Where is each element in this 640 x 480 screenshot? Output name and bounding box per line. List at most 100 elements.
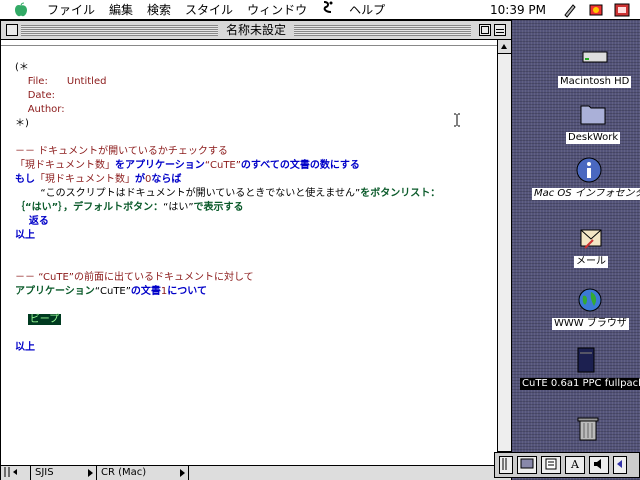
script-line: ビープ [15, 313, 62, 327]
script-token: “CuTE” [204, 160, 241, 171]
script-line: Author: [15, 103, 65, 117]
selected-token: ビープ [27, 314, 62, 325]
script-token: ＊) [15, 118, 29, 129]
script-token: File: Untitled [15, 76, 107, 87]
script-line: ＊) [15, 117, 29, 131]
control-strip-more-icon[interactable] [613, 456, 627, 474]
script-token: アプリケーション [15, 286, 95, 297]
menu-edit[interactable]: 編集 [102, 0, 140, 20]
desktop-icon-deskwork[interactable]: DeskWork [566, 98, 621, 144]
script-token: が [135, 174, 145, 185]
popup-arrow-icon [180, 469, 185, 477]
desktop-icon-label: Mac OS インフォセンタ [532, 188, 640, 200]
script-token: をボタンリスト： [360, 188, 441, 199]
text-edit-icon[interactable] [541, 456, 561, 474]
script-token: (＊ [15, 62, 29, 73]
script-token: もし [15, 174, 35, 185]
mail-icon [580, 229, 602, 249]
script-editor-window: 名称未設定 (＊ File: Untitled Date: Author: ＊) －… [0, 20, 512, 480]
menubar-clock[interactable]: 10:39 PM [490, 3, 546, 17]
script-token: Date: [15, 90, 55, 101]
menu-help[interactable]: ヘルプ [342, 0, 392, 20]
script-token: について [167, 286, 207, 297]
popup-arrow-icon [88, 469, 93, 477]
ruler [1, 40, 497, 46]
script-token: “はい” [163, 202, 194, 213]
script-token: で表示する [193, 202, 244, 213]
desktop-icon-label: DeskWork [566, 132, 621, 144]
grow-handle[interactable] [1, 466, 31, 480]
script-menu-icon[interactable] [314, 0, 342, 20]
menu-search[interactable]: 検索 [140, 0, 178, 20]
script-line: アプリケーション“CuTE”の文書1について [15, 285, 207, 299]
menu-style[interactable]: スタイル [178, 0, 240, 20]
globe-icon [578, 288, 602, 312]
folder-icon [580, 105, 606, 125]
hard-disk-icon [582, 51, 608, 63]
apple-menu-icon[interactable] [14, 2, 28, 18]
script-token: 「現ドキュメント数」 [15, 160, 115, 171]
script-line: (＊ [15, 61, 29, 75]
desktop-icon-label: WWW ブラウザ [552, 318, 629, 330]
script-line: File: Untitled [15, 75, 107, 89]
script-token: Author: [15, 104, 65, 115]
script-token: 返る [15, 216, 49, 227]
desktop-icon-cute-package[interactable]: CuTE 0.6a1 PPC fullpacka [520, 344, 640, 390]
control-strip: A [494, 452, 640, 478]
trash-icon [577, 417, 599, 441]
script-line: ｛“はい”｝，デフォルトボタン：“はい”で表示する [15, 201, 244, 215]
scroll-up-arrow-icon[interactable] [498, 40, 511, 54]
script-token: 「現ドキュメント数」 [35, 174, 135, 185]
menu-bar: ファイル 編集 検索 スタイル ウィンドウ ヘルプ 10:39 PM [0, 0, 640, 20]
script-token: 以上 [15, 342, 35, 353]
desktop-icon-trash[interactable] [572, 412, 604, 444]
monitor-icon[interactable] [517, 456, 537, 474]
script-line: 返る [15, 215, 49, 229]
script-token: ｛“はい”｝，デフォルトボタン： [15, 202, 164, 213]
desktop-icon-mac-os-info[interactable]: Mac OS インフォセンタ [532, 154, 640, 200]
font-a-button[interactable]: A [565, 456, 585, 474]
script-line: 「現ドキュメント数」をアプリケーション“CuTE”のすべての文書の数にする [15, 159, 360, 173]
pencil-icon[interactable] [562, 2, 578, 18]
desktop-icon-label: CuTE 0.6a1 PPC fullpacka [520, 378, 640, 390]
line-ending-popup[interactable]: CR (Mac) [97, 466, 189, 480]
zoom-box[interactable] [479, 24, 491, 36]
vertical-scrollbar[interactable] [497, 40, 511, 465]
encoding-popup[interactable]: SJIS [31, 466, 97, 480]
script-line: “このスクリプトはドキュメントが開いているときでないと使えません”をボタンリスト… [15, 187, 440, 201]
finder-icon[interactable] [614, 2, 630, 18]
desktop-icon-www-browser[interactable]: WWW ブラウザ [552, 284, 629, 330]
status-bar: SJIS CR (Mac) [1, 465, 511, 480]
desktop-icon-mail[interactable]: メール [574, 222, 608, 268]
info-icon [576, 157, 602, 183]
script-line: －－ ドキュメントが開いているかチェックする [15, 145, 228, 159]
line-ending-label: CR (Mac) [101, 467, 147, 478]
encoding-label: SJIS [35, 467, 54, 478]
menu-window[interactable]: ウィンドウ [240, 0, 314, 20]
collapse-box[interactable] [494, 24, 506, 36]
script-token: のすべての文書の数にする [240, 160, 360, 171]
script-token: －－ ドキュメントが開いているかチェックする [15, 146, 228, 157]
script-token [15, 314, 28, 325]
desktop-icon-label: Macintosh HD [558, 76, 632, 88]
application-menu-icon[interactable] [588, 2, 604, 18]
close-box[interactable] [6, 24, 18, 36]
script-token: の文書 [130, 286, 161, 297]
window-title: 名称未設定 [217, 22, 295, 39]
script-token: の前面に出ているドキュメントに対して [73, 272, 254, 283]
script-token: “CuTE” [94, 286, 131, 297]
script-token: －－ [15, 272, 39, 283]
script-line: －－ “CuTE”の前面に出ているドキュメントに対して [15, 271, 254, 285]
script-token: をアプリケーション [115, 160, 205, 171]
control-strip-tab-icon[interactable] [499, 456, 513, 474]
menu-file[interactable]: ファイル [40, 0, 102, 20]
script-line: 以上 [15, 229, 35, 243]
script-line: 以上 [15, 341, 35, 355]
speaker-icon[interactable] [589, 456, 609, 474]
script-line: Date: [15, 89, 55, 103]
script-text-area[interactable]: (＊ File: Untitled Date: Author: ＊) －－ ドキュメ… [1, 47, 497, 465]
script-line: もし「現ドキュメント数」が0ならば [15, 173, 181, 187]
window-titlebar[interactable]: 名称未設定 [1, 21, 511, 40]
script-token: “このスクリプトはドキュメントが開いているときでないと使えません” [15, 188, 361, 199]
desktop-icon-macintosh-hd[interactable]: Macintosh HD [558, 42, 632, 88]
